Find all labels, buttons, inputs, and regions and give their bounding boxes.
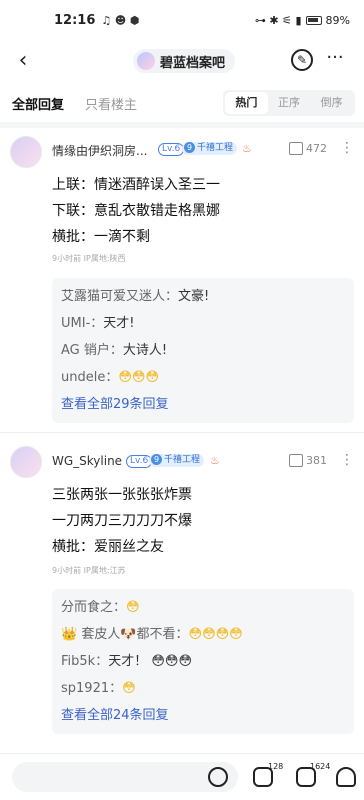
like-count: 381 [306,454,327,467]
bottom-bar: 128 1624 [0,753,364,800]
reply-author: 分而食之： [61,600,127,615]
reply-input[interactable] [12,762,238,792]
reply-text: 天才! [103,316,135,331]
battery-icon [305,15,322,25]
badge-text: 千禧工程 [197,143,234,153]
post-content: 上联：情迷酒醉误入圣三一 下联：意乱衣散错走格黑娜 横批：一滴不剩 [52,172,220,250]
tab-owner-only[interactable]: 只看楼主 [85,94,137,113]
top-bar: ‹ 碧蓝档案吧 ✎ ··· [0,40,364,82]
post-menu-icon[interactable]: ⋮ [340,140,354,156]
forum-name: 碧蓝档案吧 [160,55,226,71]
reply-text: 😳😳😳😳 [188,627,243,642]
reply-author: undele： [61,370,119,385]
reply-author: 👑 套皮人🐶都不看： [61,627,189,642]
fire-icon: ♨ [242,142,252,155]
section-divider [0,122,364,128]
sort-hot[interactable]: 热门 [225,92,268,114]
reply-text: 😳😳😳 [118,370,160,385]
more-icon[interactable]: ··· [322,48,348,74]
back-icon[interactable]: ‹ [10,48,36,74]
badge-text: 千禧工程 [164,455,201,465]
reply-text: 天才！ 😳😳😳 [108,654,192,669]
reply-item: UMI-：天才! [61,310,345,337]
reply-item: Fib5k：天才！ 😳😳😳 [61,648,345,675]
like-button[interactable]: 381 [289,454,327,467]
post-meta: 9小时前 IP属地:陕西 [52,254,126,263]
tab-all-replies[interactable]: 全部回复 [12,94,64,113]
content-line: 横批：一滴不剩 [52,229,150,245]
sort-selector: 热门 正序 倒序 [223,90,355,116]
fire-icon: ♨ [210,454,220,467]
like-count: 472 [306,142,327,155]
reply-item: 👑 套皮人🐶都不看：😳😳😳😳 [61,621,345,648]
badge-number: 9 [151,454,162,465]
title-badge: 9 千禧工程 [182,142,238,155]
status-time: 12:16 [54,12,96,28]
content-line: 三张两张一张张张炸票 [52,487,192,503]
reply-item: 分而食之：😳 [61,594,345,621]
view-all-replies-link[interactable]: 查看全部24条回复 [61,702,345,729]
post-divider [0,432,364,433]
forum-avatar [137,52,155,70]
reply-author: AG 销户： [61,343,123,358]
comment-count: 128 [268,762,284,771]
reply-text: 😳 [122,681,136,696]
reply-author: sp1921： [61,681,123,696]
thumb-up-icon [289,142,303,155]
battery-level: 89% [325,13,350,27]
badge-number: 9 [184,142,195,153]
content-line: 上联：情迷酒醉误入圣三一 [52,177,220,193]
post-menu-icon[interactable]: ⋮ [340,452,354,468]
sort-asc[interactable]: 正序 [268,92,311,114]
view-all-replies-link[interactable]: 查看全部29条回复 [61,391,345,418]
reply-item: AG 销户：大诗人! [61,337,345,364]
status-bar: 12:16 ♫ ☻ ⬢ ⊶ ✱ ⚟ ▮ 89% [0,0,364,40]
emoji-icon[interactable] [208,767,228,787]
reply-item: 艾露猫可爱又迷人：文豪! [61,283,345,310]
reply-text: 😳 [126,600,140,615]
reply-author: 艾露猫可爱又迷人： [61,289,179,304]
forum-pill[interactable]: 碧蓝档案吧 [133,49,236,73]
reply-text: 文豪! [178,289,210,304]
share-icon[interactable] [336,767,356,787]
reply-preview[interactable]: 分而食之：😳 👑 套皮人🐶都不看：😳😳😳😳 Fib5k：天才！ 😳😳😳 sp19… [52,589,354,734]
status-right: ⊶ ✱ ⚟ ▮ 89% [255,14,350,27]
content-line: 下联：意乱衣散错走格黑娜 [52,203,220,219]
post-content: 三张两张一张张张炸票 一刀两刀三刀刀刀不爆 横批：爱丽丝之友 [52,482,192,560]
reply-tabs: 全部回复 只看楼主 热门 正序 倒序 [0,88,364,118]
username[interactable]: WG_Skyline [52,454,122,468]
thread-like-count: 1624 [310,762,331,771]
level-badge: Lv.6 [158,143,185,156]
thumb-up-icon [289,454,303,467]
reply-author: Fib5k： [61,654,109,669]
username[interactable]: 情缘由伊织洞房... [52,142,147,159]
reply-item: undele：😳😳😳 [61,364,345,391]
reply-text: 大诗人! [122,343,168,358]
sort-desc[interactable]: 倒序 [310,92,353,114]
post-meta: 9小时前 IP属地:江苏 [52,566,126,575]
like-button[interactable]: 472 [289,142,327,155]
content-line: 一刀两刀三刀刀刀不爆 [52,513,192,529]
reply-item: sp1921：😳 [61,675,345,702]
title-badge: 9 千禧工程 [149,454,205,467]
avatar[interactable] [10,136,42,168]
avatar[interactable] [10,446,42,478]
status-icons: ♫ ☻ ⬢ [101,13,140,27]
reply-author: UMI-： [61,316,104,331]
compose-icon[interactable]: ✎ [291,49,313,71]
content-line: 横批：爱丽丝之友 [52,539,164,555]
signal-icons: ⊶ ✱ ⚟ ▮ [254,13,302,27]
reply-preview[interactable]: 艾露猫可爱又迷人：文豪! UMI-：天才! AG 销户：大诗人! undele：… [52,278,354,423]
